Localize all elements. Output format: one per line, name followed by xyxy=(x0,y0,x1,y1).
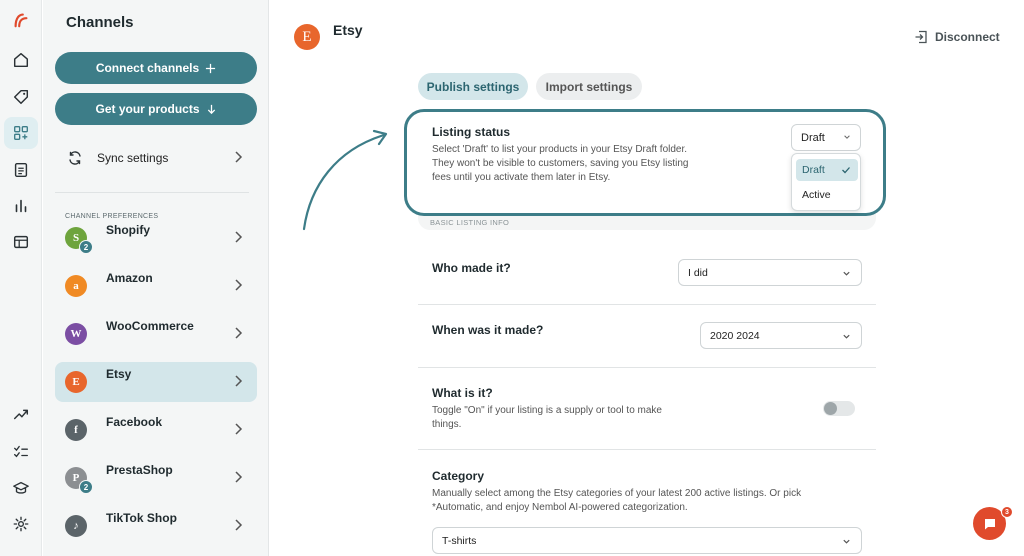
facebook-logo-icon: f xyxy=(65,419,87,441)
chevron-down-icon xyxy=(843,271,850,276)
arrow-annotation xyxy=(302,129,388,231)
chevron-right-icon xyxy=(233,470,243,489)
chat-badge: 3 xyxy=(1001,506,1013,518)
checklist-icon[interactable] xyxy=(4,435,38,467)
tiktok-shop-logo-icon: ♪ xyxy=(65,515,87,537)
who-made-select[interactable]: I did xyxy=(678,259,862,286)
category-title: Category xyxy=(432,469,485,483)
home-icon[interactable] xyxy=(4,44,38,76)
channel-name: PrestaShop xyxy=(106,463,173,477)
channels-icon[interactable] xyxy=(4,117,38,149)
sync-icon xyxy=(69,151,81,165)
get-products-button[interactable]: Get your products xyxy=(55,93,257,125)
channel-name: Facebook xyxy=(106,415,163,429)
sidebar-item-prestashop[interactable]: P 2 PrestaShop xyxy=(55,458,257,498)
tab-publish-settings[interactable]: Publish settings xyxy=(418,73,528,100)
settings-icon[interactable] xyxy=(4,508,38,540)
option-draft[interactable]: Draft xyxy=(796,159,858,181)
tab-import-settings[interactable]: Import settings xyxy=(536,73,642,100)
panel-title: Channels xyxy=(66,14,134,31)
listing-status-select[interactable]: Draft xyxy=(791,124,861,151)
chat-icon xyxy=(984,518,995,529)
listing-status-value: Draft xyxy=(801,131,825,144)
chevron-right-icon xyxy=(233,518,243,537)
disconnect-button[interactable]: Disconnect xyxy=(914,30,1000,44)
sync-settings-item[interactable]: Sync settings xyxy=(55,142,257,174)
channel-name: Amazon xyxy=(106,271,153,285)
chevron-right-icon xyxy=(233,230,243,249)
when-made-value: 2020 2024 xyxy=(710,329,760,342)
connect-channels-button[interactable]: Connect channels xyxy=(55,52,257,84)
page-title: Etsy xyxy=(333,22,363,38)
logout-icon xyxy=(915,30,927,44)
divider xyxy=(418,449,876,450)
icon-rail xyxy=(0,0,42,556)
divider xyxy=(418,304,876,305)
connect-channels-label: Connect channels xyxy=(95,61,200,75)
academy-icon[interactable] xyxy=(4,472,38,504)
listing-status-description: Select 'Draft' to list your products in … xyxy=(432,144,689,183)
check-icon xyxy=(842,167,850,174)
trending-icon[interactable] xyxy=(4,398,38,430)
divider xyxy=(55,192,249,193)
logo-icon[interactable] xyxy=(4,4,38,36)
when-made-title: When was it made? xyxy=(432,323,544,337)
count-badge: 2 xyxy=(79,240,93,254)
chevron-right-icon xyxy=(233,374,243,393)
arrow-down-icon xyxy=(207,104,215,114)
who-made-title: Who made it? xyxy=(432,261,511,275)
disconnect-label: Disconnect xyxy=(935,30,1000,44)
channels-panel: Channels Connect channels Get your produ… xyxy=(43,0,269,556)
amazon-logo-icon: a xyxy=(65,275,87,297)
chevron-down-icon xyxy=(844,135,850,139)
count-badge: 2 xyxy=(79,480,93,494)
option-active[interactable]: Active xyxy=(796,184,858,206)
table-icon[interactable] xyxy=(4,226,38,258)
sidebar-item-facebook[interactable]: f Facebook xyxy=(55,410,257,450)
plus-icon xyxy=(206,63,216,73)
channel-name: WooCommerce xyxy=(106,319,194,333)
chevron-down-icon xyxy=(843,539,850,544)
sidebar-item-woocommerce[interactable]: W WooCommerce xyxy=(55,314,257,354)
section-label: BASIC LISTING INFO xyxy=(430,218,510,227)
sidebar-item-shopify[interactable]: S 2 Shopify xyxy=(55,218,257,258)
woocommerce-logo-icon: W xyxy=(65,323,87,345)
chevron-right-icon xyxy=(233,150,243,167)
category-select[interactable]: T-shirts xyxy=(432,527,862,554)
what-is-description: Toggle "On" if your listing is a supply … xyxy=(432,405,662,430)
channel-name: Etsy xyxy=(106,367,132,381)
analytics-icon[interactable] xyxy=(4,190,38,222)
sync-settings-label: Sync settings xyxy=(97,151,169,165)
listing-status-title: Listing status xyxy=(432,125,511,139)
channel-name: TikTok Shop xyxy=(106,511,177,525)
who-made-value: I did xyxy=(688,266,708,279)
sidebar-item-tiktok-shop[interactable]: ♪ TikTok Shop xyxy=(55,506,257,546)
when-made-select[interactable]: 2020 2024 xyxy=(700,322,862,349)
chevron-right-icon xyxy=(233,422,243,441)
tag-icon[interactable] xyxy=(4,81,38,113)
category-description: Manually select among the Etsy categorie… xyxy=(432,488,802,513)
sidebar-item-amazon[interactable]: a Amazon xyxy=(55,266,257,306)
chevron-right-icon xyxy=(233,278,243,297)
sidebar-item-etsy[interactable]: E Etsy xyxy=(55,362,257,402)
orders-icon[interactable] xyxy=(4,154,38,186)
divider xyxy=(418,367,876,368)
channel-name: Shopify xyxy=(106,223,150,237)
etsy-logo: E xyxy=(294,24,320,50)
what-is-title: What is it? xyxy=(432,386,493,400)
toggle-knob xyxy=(824,402,837,415)
option-draft-label: Draft xyxy=(802,164,825,176)
supply-toggle[interactable] xyxy=(823,401,855,416)
category-value: T-shirts xyxy=(442,534,477,547)
get-products-label: Get your products xyxy=(95,102,200,116)
chevron-down-icon xyxy=(843,334,850,339)
listing-status-dropdown: Draft Active xyxy=(791,153,861,211)
option-active-label: Active xyxy=(802,189,831,201)
chevron-right-icon xyxy=(233,326,243,345)
etsy-logo-icon: E xyxy=(65,371,87,393)
